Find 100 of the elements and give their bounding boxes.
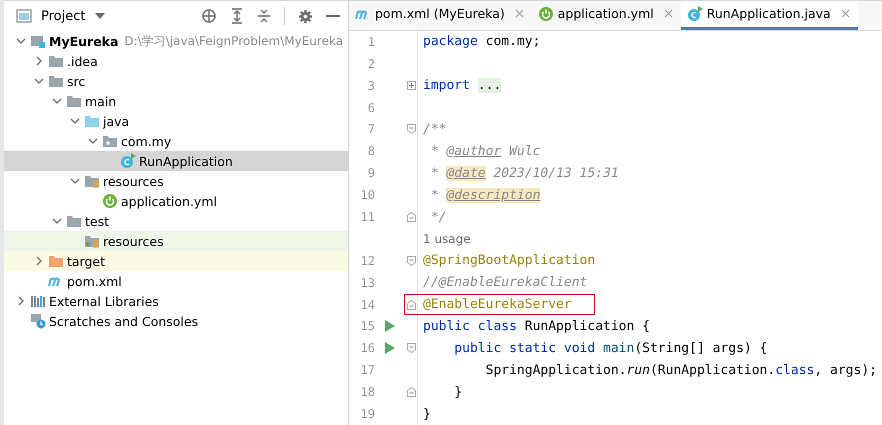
module-icon	[30, 33, 46, 49]
code-line: * @author Wulc	[430, 144, 540, 159]
chevron-down-icon[interactable]	[52, 98, 62, 104]
class-icon	[686, 6, 703, 22]
code-line: SpringApplication.run(RunApplication.class, args);	[484, 362, 877, 378]
folder-icon	[48, 53, 64, 69]
chevron-right-icon[interactable]	[36, 56, 42, 66]
chevron-right-icon[interactable]	[36, 256, 42, 266]
tree-item[interactable]: .idea	[4, 51, 348, 71]
usage-hint[interactable]: 1 usage	[423, 232, 471, 246]
code-line: }	[453, 384, 462, 400]
code-line: import ...	[423, 78, 502, 94]
line-number: 18	[360, 385, 375, 400]
line-number: 15	[360, 319, 375, 334]
tree-item[interactable]: MyEureka D:\学习\java\FeignProblem\MyEureka	[4, 31, 348, 51]
power-icon	[538, 6, 554, 22]
fold-open-icon[interactable]	[406, 343, 416, 354]
fold-close-icon[interactable]	[406, 212, 416, 222]
fold-open-icon[interactable]	[406, 256, 416, 266]
chevron-down-icon[interactable]	[34, 78, 44, 84]
expand-all-icon[interactable]	[230, 8, 244, 24]
locate-icon[interactable]	[201, 8, 217, 24]
tree-label: test	[85, 214, 110, 228]
tree-label: RunApplication	[139, 154, 233, 168]
close-icon[interactable]	[840, 9, 850, 18]
line-number: 8	[366, 144, 375, 158]
editor-tab[interactable]: RunApplication.java	[680, 1, 858, 30]
tree-item[interactable]: main	[4, 91, 348, 111]
chevron-down-icon[interactable]	[70, 178, 80, 184]
tree-item[interactable]: application.yml	[4, 191, 348, 211]
line-number: 12	[360, 254, 375, 268]
module-path: D:\学习\java\FeignProblem\MyEureka	[124, 32, 344, 50]
folder-icon	[48, 253, 64, 269]
settings-icon[interactable]	[298, 8, 313, 24]
test-resources-folder-icon	[84, 233, 100, 249]
tree-label: pom.xml	[67, 274, 122, 288]
chevron-down-icon[interactable]	[16, 38, 26, 44]
editor-tab[interactable]: pom.xml (MyEureka)	[349, 1, 532, 30]
power-icon	[102, 193, 118, 209]
run-icon[interactable]	[385, 342, 395, 354]
tree-label: resources	[103, 234, 164, 248]
folder-icon	[66, 213, 82, 229]
tree-label: target	[67, 254, 106, 268]
tree-item[interactable]: resources	[4, 171, 348, 191]
line-number: 19	[360, 407, 375, 422]
scratches-icon	[30, 313, 46, 329]
line-number: 14	[360, 298, 375, 312]
tree-label: src	[67, 74, 86, 88]
code-line: public class RunApplication {	[423, 318, 650, 334]
fold-close-icon[interactable]	[406, 387, 416, 398]
code-line: * @description	[430, 188, 540, 203]
tree-item[interactable]: src	[4, 71, 348, 91]
code-line: @EnableEurekaServer	[423, 297, 572, 312]
libraries-icon	[30, 293, 46, 309]
code-line: public static void main(String[] args) {	[453, 340, 768, 356]
collapse-all-icon[interactable]	[257, 8, 271, 24]
tree-item[interactable]: Scratches and Consoles	[4, 311, 348, 331]
line-number: 7	[366, 122, 375, 136]
chevron-down-icon[interactable]	[88, 138, 98, 144]
close-icon[interactable]	[514, 9, 524, 18]
tree-item[interactable]: pom.xml	[4, 271, 348, 291]
panel-title[interactable]: Project	[41, 8, 86, 24]
project-view-icon	[16, 9, 32, 23]
folder-icon	[84, 113, 100, 129]
fold-close-icon[interactable]	[406, 300, 416, 310]
line-number: 11	[360, 210, 375, 224]
tree-item[interactable]: resources	[4, 231, 348, 251]
minimize-icon[interactable]	[326, 14, 340, 18]
line-number: 10	[360, 188, 375, 202]
chevron-down-icon[interactable]	[70, 118, 80, 124]
fold-open-icon[interactable]	[406, 124, 416, 134]
tree-item[interactable]: External Libraries	[4, 291, 348, 311]
tree-item[interactable]: target	[4, 251, 348, 271]
line-number: 13	[360, 276, 375, 290]
code-line: */	[430, 210, 446, 225]
line-number: 9	[366, 166, 375, 180]
folder-icon	[66, 93, 82, 109]
editor-tab[interactable]: application.yml	[532, 1, 681, 30]
folder-icon	[48, 73, 64, 89]
tree-item[interactable]: RunApplication	[4, 151, 348, 171]
dropdown-caret-icon[interactable]	[95, 13, 106, 19]
fold-plus-icon[interactable]	[406, 81, 416, 90]
code-line: * @date 2023/10/13 15:31	[430, 166, 619, 181]
tree-item[interactable]: test	[4, 211, 348, 231]
code-line: }	[423, 406, 431, 422]
close-icon[interactable]	[664, 9, 673, 18]
class-icon	[120, 153, 136, 169]
run-icon[interactable]	[385, 320, 395, 332]
tree-label: java	[103, 114, 130, 128]
line-number: 6	[366, 100, 375, 115]
line-number: 3	[366, 78, 375, 93]
line-number: 16	[360, 341, 375, 356]
tree-item[interactable]: com.my	[4, 131, 348, 151]
tree-label: main	[85, 94, 116, 108]
tree-item[interactable]: java	[4, 111, 348, 131]
tree-label: Scratches and Consoles	[49, 314, 198, 328]
tree-label: com.my	[121, 134, 172, 148]
chevron-right-icon[interactable]	[18, 296, 24, 306]
package-folder-icon	[102, 133, 118, 149]
chevron-down-icon[interactable]	[52, 218, 62, 224]
